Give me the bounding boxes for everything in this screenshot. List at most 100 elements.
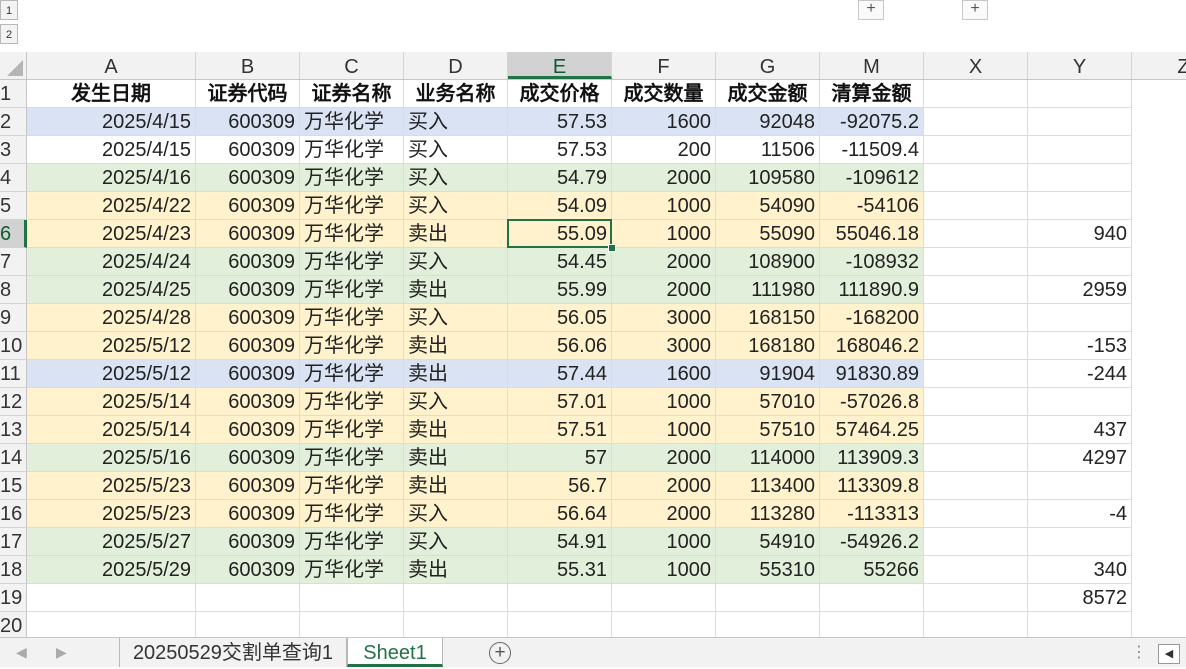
column-header-e[interactable]: E bbox=[508, 52, 612, 79]
data-cell[interactable]: 万华化学 bbox=[300, 248, 404, 276]
row-header[interactable]: 17 bbox=[0, 528, 27, 556]
data-cell[interactable]: 57510 bbox=[716, 416, 820, 444]
row-header[interactable]: 2 bbox=[0, 108, 27, 136]
data-cell[interactable] bbox=[196, 584, 300, 612]
data-cell[interactable]: 万华化学 bbox=[300, 416, 404, 444]
data-cell[interactable]: 600309 bbox=[196, 220, 300, 248]
data-cell[interactable]: 114000 bbox=[716, 444, 820, 472]
data-cell[interactable]: 1000 bbox=[612, 416, 716, 444]
data-cell[interactable] bbox=[1028, 192, 1132, 220]
data-cell[interactable]: 55.31 bbox=[508, 556, 612, 584]
select-all-corner[interactable] bbox=[0, 52, 27, 79]
data-cell[interactable]: -109612 bbox=[820, 164, 924, 192]
empty-cell[interactable] bbox=[1028, 80, 1132, 108]
column-header-d[interactable]: D bbox=[404, 52, 508, 79]
data-cell[interactable]: 万华化学 bbox=[300, 136, 404, 164]
data-cell[interactable]: 买入 bbox=[404, 528, 508, 556]
data-cell[interactable]: 买入 bbox=[404, 108, 508, 136]
data-cell[interactable] bbox=[27, 612, 196, 640]
column-header-c[interactable]: C bbox=[300, 52, 404, 79]
data-cell[interactable]: 55266 bbox=[820, 556, 924, 584]
data-cell[interactable]: 600309 bbox=[196, 472, 300, 500]
outline-level-1-button[interactable]: 1 bbox=[0, 0, 18, 20]
data-cell[interactable] bbox=[508, 612, 612, 640]
data-cell[interactable]: 108900 bbox=[716, 248, 820, 276]
data-cell[interactable] bbox=[300, 584, 404, 612]
data-cell[interactable] bbox=[1028, 388, 1132, 416]
row-header[interactable]: 6 bbox=[0, 220, 27, 248]
data-cell[interactable]: 3000 bbox=[612, 304, 716, 332]
data-cell[interactable]: 2025/5/12 bbox=[27, 360, 196, 388]
data-cell[interactable]: 万华化学 bbox=[300, 444, 404, 472]
data-cell[interactable]: 2000 bbox=[612, 500, 716, 528]
data-cell[interactable]: 1000 bbox=[612, 528, 716, 556]
data-cell[interactable]: 940 bbox=[1028, 220, 1132, 248]
row-header[interactable]: 1 bbox=[0, 80, 27, 108]
data-cell[interactable] bbox=[924, 472, 1028, 500]
data-cell[interactable]: 437 bbox=[1028, 416, 1132, 444]
data-cell[interactable]: 57.53 bbox=[508, 108, 612, 136]
data-cell[interactable]: -168200 bbox=[820, 304, 924, 332]
data-cell[interactable]: 113309.8 bbox=[820, 472, 924, 500]
outline-level-2-button[interactable]: 2 bbox=[0, 24, 18, 44]
data-cell[interactable]: 卖出 bbox=[404, 416, 508, 444]
data-cell[interactable]: 57.44 bbox=[508, 360, 612, 388]
data-cell[interactable]: 2025/5/14 bbox=[27, 388, 196, 416]
data-cell[interactable]: 54.09 bbox=[508, 192, 612, 220]
data-cell[interactable]: 卖出 bbox=[404, 332, 508, 360]
data-cell[interactable] bbox=[300, 612, 404, 640]
data-cell[interactable]: 万华化学 bbox=[300, 556, 404, 584]
expand-group-button[interactable]: + bbox=[962, 0, 988, 20]
data-cell[interactable]: 2000 bbox=[612, 276, 716, 304]
row-header[interactable]: 10 bbox=[0, 332, 27, 360]
data-cell[interactable]: 2025/4/24 bbox=[27, 248, 196, 276]
data-cell[interactable] bbox=[820, 612, 924, 640]
data-cell[interactable]: 113400 bbox=[716, 472, 820, 500]
data-cell[interactable] bbox=[27, 584, 196, 612]
data-cell[interactable]: 2000 bbox=[612, 444, 716, 472]
data-cell[interactable] bbox=[924, 360, 1028, 388]
data-cell[interactable] bbox=[1028, 164, 1132, 192]
next-sheet-arrow-icon[interactable]: ▶ bbox=[56, 644, 67, 661]
data-cell[interactable] bbox=[924, 108, 1028, 136]
data-cell[interactable]: 55090 bbox=[716, 220, 820, 248]
data-cell[interactable]: 340 bbox=[1028, 556, 1132, 584]
data-cell[interactable]: 54.91 bbox=[508, 528, 612, 556]
data-cell[interactable]: 2025/5/14 bbox=[27, 416, 196, 444]
column-header-x[interactable]: X bbox=[924, 52, 1028, 79]
data-cell[interactable]: 2025/4/28 bbox=[27, 304, 196, 332]
data-cell[interactable]: 168046.2 bbox=[820, 332, 924, 360]
data-cell[interactable]: 1000 bbox=[612, 388, 716, 416]
data-cell[interactable]: -153 bbox=[1028, 332, 1132, 360]
data-cell[interactable]: 2025/5/12 bbox=[27, 332, 196, 360]
data-cell[interactable] bbox=[924, 304, 1028, 332]
data-cell[interactable]: 600309 bbox=[196, 388, 300, 416]
data-cell[interactable] bbox=[404, 584, 508, 612]
sheet-tab-sheet1[interactable]: Sheet1 bbox=[347, 638, 443, 667]
data-cell[interactable]: 600309 bbox=[196, 528, 300, 556]
data-cell[interactable]: 600309 bbox=[196, 108, 300, 136]
data-cell[interactable]: 万华化学 bbox=[300, 164, 404, 192]
data-cell[interactable]: 2025/5/27 bbox=[27, 528, 196, 556]
data-cell[interactable]: 万华化学 bbox=[300, 360, 404, 388]
data-cell[interactable]: -113313 bbox=[820, 500, 924, 528]
data-cell[interactable] bbox=[404, 612, 508, 640]
data-cell[interactable]: 600309 bbox=[196, 332, 300, 360]
row-header[interactable]: 4 bbox=[0, 164, 27, 192]
data-cell[interactable] bbox=[924, 556, 1028, 584]
header-cell[interactable]: 成交数量 bbox=[612, 80, 716, 108]
data-cell[interactable]: 57.01 bbox=[508, 388, 612, 416]
data-cell[interactable]: 万华化学 bbox=[300, 332, 404, 360]
data-cell[interactable] bbox=[924, 332, 1028, 360]
data-cell[interactable]: 1000 bbox=[612, 556, 716, 584]
data-cell[interactable] bbox=[1028, 528, 1132, 556]
data-cell[interactable]: 55.09 bbox=[508, 220, 612, 248]
add-sheet-button[interactable]: + bbox=[489, 642, 511, 664]
data-cell[interactable]: 11506 bbox=[716, 136, 820, 164]
data-cell[interactable] bbox=[924, 136, 1028, 164]
data-cell[interactable]: 1000 bbox=[612, 220, 716, 248]
column-header-m[interactable]: M bbox=[820, 52, 924, 79]
data-cell[interactable]: 168180 bbox=[716, 332, 820, 360]
data-cell[interactable]: 92048 bbox=[716, 108, 820, 136]
data-cell[interactable] bbox=[1028, 472, 1132, 500]
